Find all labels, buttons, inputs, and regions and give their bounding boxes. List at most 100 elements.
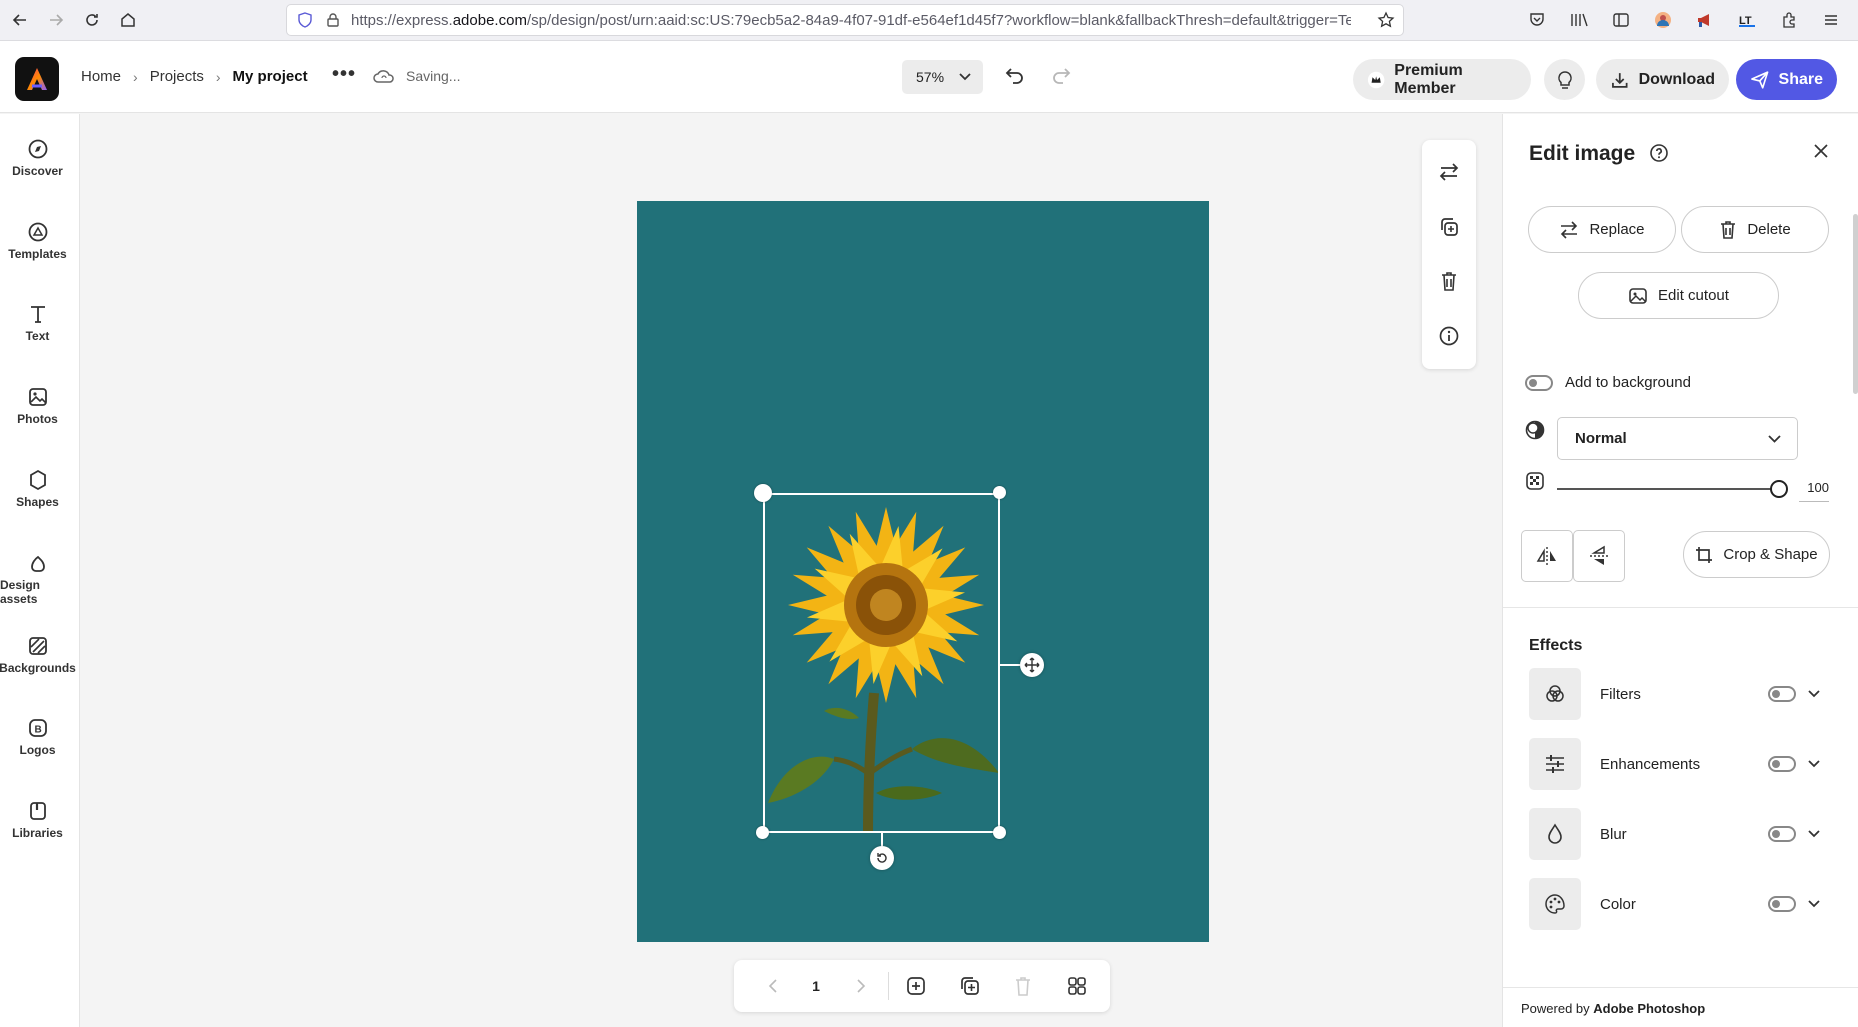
sidebar-icon[interactable] (1602, 4, 1640, 36)
close-panel-button[interactable] (1813, 143, 1829, 159)
opacity-slider-track[interactable] (1557, 488, 1775, 490)
replace-button[interactable]: Replace (1528, 206, 1676, 253)
share-button[interactable]: Share (1736, 59, 1837, 100)
opacity-slider-thumb[interactable] (1770, 480, 1788, 498)
trash-icon (1016, 977, 1030, 996)
info-tool-button[interactable] (1437, 324, 1461, 348)
download-icon (1612, 72, 1628, 88)
download-label: Download (1638, 70, 1715, 88)
library-icon[interactable] (1560, 4, 1598, 36)
design-assets-icon (30, 555, 45, 572)
rail-item-templates[interactable]: Templates (0, 221, 75, 261)
page-bar-divider (888, 972, 889, 1000)
help-icon (1650, 144, 1668, 162)
panel-scrollbar[interactable] (1853, 214, 1858, 394)
save-status-text: Saving... (406, 68, 461, 84)
add-to-background-toggle[interactable] (1525, 374, 1553, 391)
redo-button[interactable] (1050, 65, 1072, 85)
breadcrumb-projects[interactable]: Projects (150, 68, 204, 85)
rail-item-label: Text (25, 329, 50, 343)
effect-label: Enhancements (1600, 755, 1701, 773)
breadcrumb-home[interactable]: Home (81, 68, 121, 85)
selection-box[interactable] (763, 493, 1000, 833)
effect-row-filters[interactable]: Filters (1529, 668, 1839, 720)
delete-page-button[interactable] (1011, 974, 1035, 998)
more-options-button[interactable]: ••• (332, 63, 356, 86)
chevron-down-icon[interactable] (1808, 900, 1820, 908)
help-button[interactable] (1649, 143, 1669, 163)
back-button[interactable] (2, 4, 38, 36)
crown-icon (1367, 71, 1385, 88)
chevron-down-icon[interactable] (1808, 760, 1820, 768)
rail-item-logos[interactable]: B Logos (0, 717, 75, 757)
flip-horizontal-button[interactable] (1521, 530, 1573, 582)
blend-mode-icon (1525, 420, 1545, 440)
megaphone-extension-icon[interactable] (1686, 4, 1724, 36)
trash-icon (1721, 220, 1736, 239)
replace-tool-button[interactable] (1437, 160, 1461, 184)
rotate-icon (877, 853, 887, 863)
pocket-icon[interactable] (1518, 4, 1556, 36)
flip-vertical-button[interactable] (1573, 530, 1625, 582)
app-header: Home › Projects › My project ••• Saving.… (0, 41, 1858, 113)
resize-handle-top-right[interactable] (993, 486, 1006, 499)
effect-row-color[interactable]: Color (1529, 878, 1839, 930)
extensions-puzzle-icon[interactable] (1770, 4, 1808, 36)
filters-toggle[interactable] (1768, 686, 1796, 702)
blur-toggle[interactable] (1768, 826, 1796, 842)
delete-tool-button[interactable] (1437, 269, 1461, 293)
duplicate-page-button[interactable] (958, 974, 982, 998)
rail-item-photos[interactable]: Photos (0, 386, 75, 426)
rail-item-label: Backgrounds (0, 661, 76, 675)
breadcrumb-current-project[interactable]: My project (233, 68, 308, 85)
delete-button[interactable]: Delete (1681, 206, 1829, 253)
menu-hamburger-icon[interactable] (1812, 4, 1850, 36)
grid-view-button[interactable] (1065, 974, 1089, 998)
rotate-handle[interactable] (870, 846, 894, 870)
tips-button[interactable] (1544, 59, 1585, 100)
home-button[interactable] (110, 4, 146, 36)
resize-handle-bottom-left[interactable] (756, 826, 769, 839)
rotate-handle-connector (881, 833, 883, 846)
blend-mode-dropdown[interactable]: Normal (1557, 417, 1798, 460)
rail-item-backgrounds[interactable]: Backgrounds (0, 635, 76, 675)
add-page-icon (907, 977, 925, 995)
download-button[interactable]: Download (1596, 59, 1729, 100)
url-bar[interactable]: https://express.adobe.com/sp/design/post… (286, 4, 1404, 36)
effect-row-enhancements[interactable]: Enhancements (1529, 738, 1839, 790)
rail-item-design-assets[interactable]: Design assets (0, 552, 75, 606)
chevron-down-icon (959, 73, 971, 81)
forward-button[interactable] (38, 4, 74, 36)
premium-member-button[interactable]: Premium Member (1353, 59, 1531, 100)
rail-item-libraries[interactable]: Libraries (0, 800, 75, 840)
profile-avatar-icon[interactable] (1644, 4, 1682, 36)
edit-cutout-button[interactable]: Edit cutout (1578, 272, 1779, 319)
add-to-background-row[interactable]: Add to background (1525, 374, 1691, 391)
bookmark-star-icon[interactable] (1377, 11, 1395, 29)
color-toggle[interactable] (1768, 896, 1796, 912)
crop-shape-button[interactable]: Crop & Shape (1683, 531, 1830, 578)
adobe-express-logo[interactable] (15, 57, 59, 101)
undo-button[interactable] (1004, 65, 1026, 85)
rail-item-shapes[interactable]: Shapes (0, 469, 75, 509)
resize-handle-bottom-right[interactable] (993, 826, 1006, 839)
add-page-button[interactable] (904, 974, 928, 998)
rail-item-discover[interactable]: Discover (0, 138, 75, 178)
languagetool-extension-icon[interactable]: LT (1728, 4, 1766, 36)
sliders-icon (1529, 738, 1581, 790)
chevron-down-icon[interactable] (1808, 830, 1820, 838)
duplicate-tool-button[interactable] (1437, 215, 1461, 239)
next-page-button[interactable] (849, 974, 873, 998)
flip-horizontal-icon (1536, 547, 1556, 565)
effect-row-blur[interactable]: Blur (1529, 808, 1839, 860)
enhancements-toggle[interactable] (1768, 756, 1796, 772)
resize-handle-top-left[interactable] (754, 484, 772, 502)
effects-title: Effects (1529, 637, 1583, 654)
reload-button[interactable] (74, 4, 110, 36)
opacity-value[interactable]: 100 (1799, 476, 1829, 502)
move-handle[interactable] (1020, 653, 1044, 677)
chevron-down-icon[interactable] (1808, 690, 1820, 698)
previous-page-button[interactable] (761, 974, 785, 998)
rail-item-text[interactable]: Text (0, 303, 75, 343)
zoom-dropdown[interactable]: 57% (902, 60, 983, 94)
